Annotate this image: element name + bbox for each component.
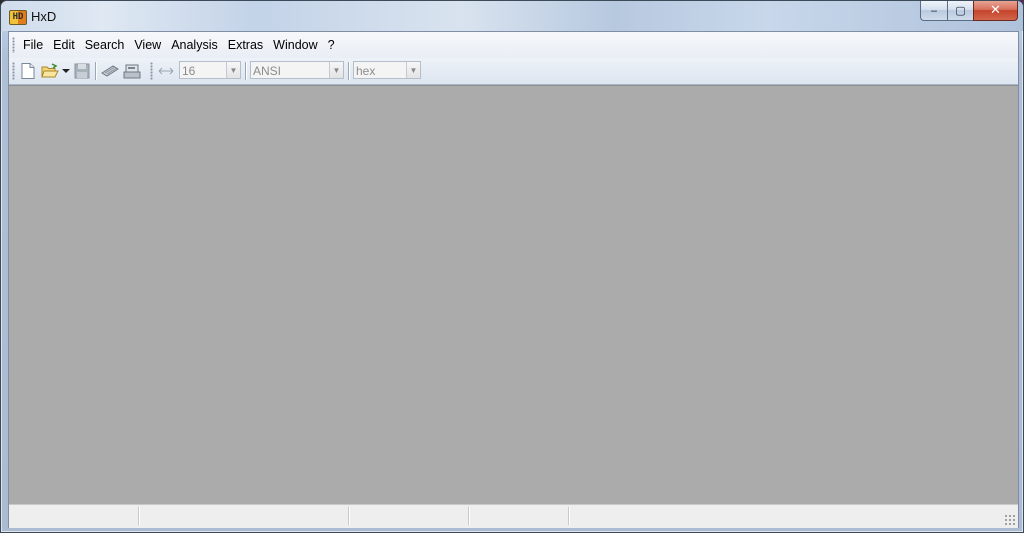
toolbar-separator-2 — [245, 62, 247, 80]
open-file-icon[interactable] — [41, 62, 59, 80]
menu-search[interactable]: Search — [80, 37, 130, 54]
status-panel-1 — [9, 507, 139, 525]
open-ram-icon[interactable] — [101, 62, 119, 80]
status-panel-4 — [469, 507, 569, 525]
open-disk-icon[interactable] — [123, 62, 141, 80]
toolbar-grip-icon-2[interactable] — [150, 62, 153, 80]
toolbar: 16 ▼ ANSI ▼ hex ▼ — [9, 58, 1018, 85]
new-file-icon[interactable] — [19, 62, 37, 80]
offset-base-value: hex — [356, 64, 376, 78]
client-area: File Edit Search View Analysis Extras Wi… — [8, 31, 1019, 528]
status-panel-3 — [349, 507, 469, 525]
maximize-icon: ▢ — [955, 4, 966, 17]
chevron-down-icon[interactable]: ▼ — [226, 62, 240, 78]
resize-grip-icon[interactable] — [1004, 514, 1016, 526]
status-panel-2 — [139, 507, 349, 525]
editor-workspace[interactable] — [9, 85, 1018, 505]
menu-extras[interactable]: Extras — [223, 37, 268, 54]
menu-analysis[interactable]: Analysis — [166, 37, 223, 54]
toolbar-separator — [95, 62, 97, 80]
menu-items: File Edit Search View Analysis Extras Wi… — [18, 37, 340, 54]
menu-edit[interactable]: Edit — [48, 37, 80, 54]
maximize-button[interactable]: ▢ — [947, 1, 973, 21]
minimize-icon: ‒ — [930, 4, 938, 17]
close-icon: ✕ — [990, 3, 1001, 18]
minimize-button[interactable]: ‒ — [920, 1, 947, 21]
menubar-grip-icon[interactable] — [12, 37, 15, 53]
open-dropdown-arrow-icon[interactable] — [61, 62, 71, 80]
app-window: HD HxD ‒ ▢ ✕ File Edit Search View Analy… — [0, 0, 1024, 533]
menu-help[interactable]: ? — [323, 37, 340, 54]
charset-select[interactable]: ANSI ▼ — [250, 61, 344, 79]
menu-window[interactable]: Window — [268, 37, 322, 54]
toolbar-grip-icon[interactable] — [12, 62, 15, 80]
bytes-per-row-icon — [157, 62, 175, 80]
status-bar — [9, 504, 1018, 528]
menu-file[interactable]: File — [18, 37, 48, 54]
menu-bar: File Edit Search View Analysis Extras Wi… — [9, 32, 1018, 59]
save-icon[interactable] — [73, 62, 91, 80]
hxd-app-icon[interactable]: HD — [9, 10, 27, 25]
window-title: HxD — [31, 9, 57, 24]
chevron-down-icon[interactable]: ▼ — [406, 62, 420, 78]
menu-view[interactable]: View — [129, 37, 166, 54]
chevron-down-icon[interactable]: ▼ — [329, 62, 343, 78]
title-bar[interactable]: HD HxD ‒ ▢ ✕ — [1, 1, 1023, 31]
toolbar-separator-3 — [348, 62, 350, 80]
caption-buttons: ‒ ▢ ✕ — [920, 1, 1018, 21]
bytes-per-row-select[interactable]: 16 ▼ — [179, 61, 241, 79]
charset-value: ANSI — [253, 64, 282, 78]
bytes-per-row-value: 16 — [182, 64, 196, 78]
close-button[interactable]: ✕ — [973, 1, 1018, 21]
offset-base-select[interactable]: hex ▼ — [353, 61, 421, 79]
